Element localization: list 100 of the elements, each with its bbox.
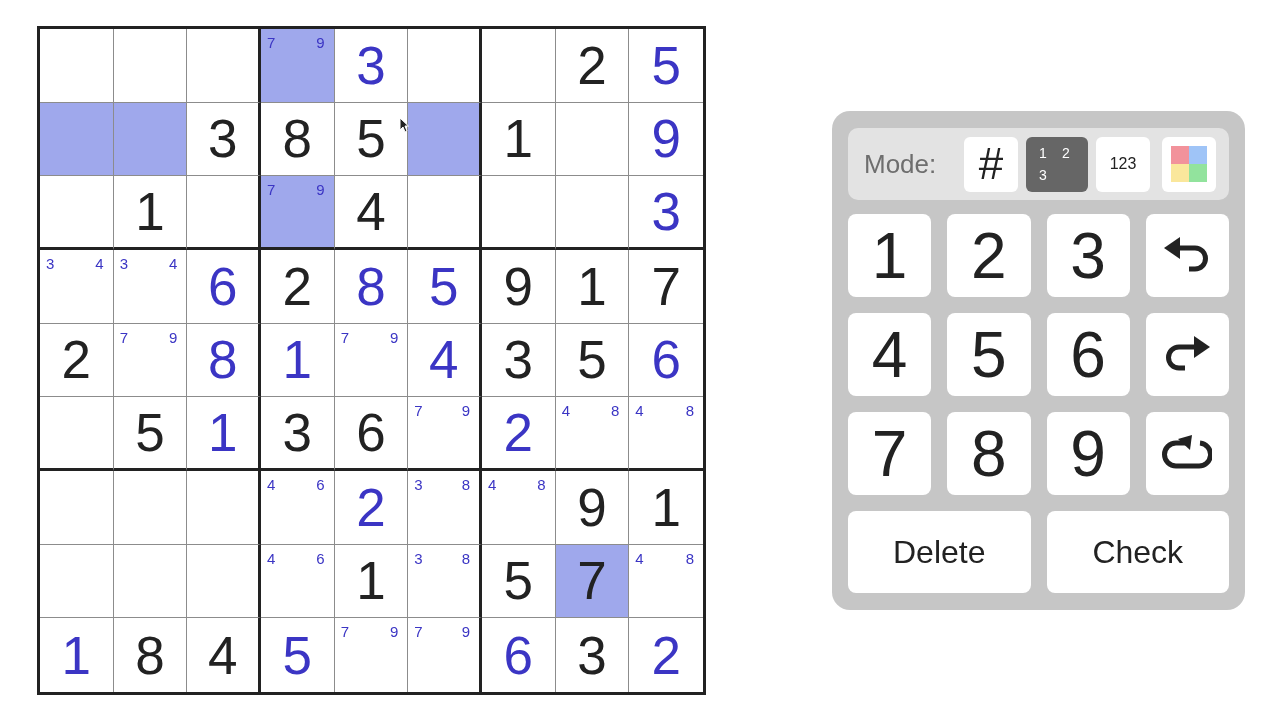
grid-cell[interactable]: 5 [334, 102, 409, 177]
redo-button[interactable] [1145, 313, 1229, 396]
grid-cell[interactable]: 4 [408, 323, 482, 398]
grid-cell[interactable]: 1 [113, 176, 188, 250]
grid-cell[interactable]: 2 [482, 397, 556, 471]
mouse-cursor-icon [399, 117, 409, 133]
mode-button[interactable]: # [964, 136, 1018, 192]
digit-key[interactable]: 4 [848, 313, 932, 396]
digit-key[interactable]: 2 [947, 214, 1031, 297]
grid-cell[interactable]: 8 [187, 323, 261, 398]
digit-key[interactable]: 3 [1046, 214, 1130, 297]
grid-cell[interactable]: 7 9 [334, 323, 409, 398]
pencil-mark: 4 [169, 256, 178, 271]
grid-cell[interactable]: 3 [261, 397, 335, 471]
grid-cell[interactable] [40, 544, 114, 619]
mode-label: Mode: [864, 147, 937, 181]
grid-cell[interactable]: 3 8 [408, 471, 482, 545]
grid-cell[interactable] [113, 102, 188, 177]
digit-key[interactable]: 8 [947, 412, 1031, 495]
grid-cell[interactable]: 7 9 [261, 29, 335, 103]
undo-button[interactable] [1145, 214, 1229, 297]
grid-cell[interactable] [113, 544, 188, 619]
pencil-mark: 9 [461, 403, 470, 419]
grid-cell[interactable]: 3 [187, 102, 261, 177]
grid-cell[interactable]: 1 [334, 544, 409, 619]
check-button[interactable]: Check [1046, 511, 1229, 593]
mode-button[interactable]: 123 [1096, 136, 1150, 192]
grid-cell[interactable]: 8 [261, 102, 335, 177]
grid-cell[interactable]: 3 8 [408, 544, 482, 619]
grid-cell[interactable]: 6 [187, 250, 261, 324]
grid-cell[interactable]: 7 9 [408, 397, 482, 471]
grid-cell[interactable]: 2 [40, 323, 114, 398]
grid-cell[interactable]: 4 6 [261, 544, 335, 619]
grid-cell[interactable] [187, 176, 261, 250]
pencil-mark: 4 [635, 403, 644, 419]
grid-cell[interactable]: 2 [261, 250, 335, 324]
pencil-mark: 9 [390, 624, 399, 640]
pencil-mark: 7 [340, 329, 349, 345]
pencil-mark: 9 [316, 35, 325, 50]
grid-cell[interactable] [40, 176, 114, 250]
grid-cell[interactable]: 1 [482, 102, 556, 177]
grid-cell[interactable]: 5 [408, 250, 482, 324]
grid-cell[interactable]: 5 [482, 544, 556, 619]
grid-cell[interactable]: 5 [555, 323, 630, 398]
pencil-mark: 4 [267, 477, 276, 492]
grid-cell[interactable] [187, 544, 261, 619]
grid-cell[interactable] [555, 102, 630, 177]
corner-mark: 2 [1062, 146, 1070, 160]
digit-key[interactable]: 5 [947, 313, 1031, 396]
pencil-mark: 3 [414, 477, 423, 492]
grid-cell[interactable]: 3 [334, 29, 409, 103]
grid-cell[interactable]: 1 [555, 250, 630, 324]
grid-cell[interactable] [482, 29, 556, 103]
grid-cell[interactable]: 3 4 [40, 250, 114, 324]
grid-cell[interactable] [482, 176, 556, 250]
palette-icon [1171, 146, 1207, 182]
grid-cell[interactable] [408, 29, 482, 103]
pencil-mark: 9 [390, 329, 399, 345]
digit-key[interactable]: 7 [848, 412, 932, 495]
grid-cell[interactable] [40, 397, 114, 471]
grid-cell[interactable]: 4 8 [482, 471, 556, 545]
grid-cell[interactable] [408, 176, 482, 250]
grid-cell[interactable]: 9 [555, 471, 630, 545]
grid-cell[interactable]: 2 [555, 29, 630, 103]
grid-cell[interactable] [40, 29, 114, 103]
grid-cell[interactable] [113, 471, 188, 545]
grid-cell[interactable]: 3 4 [113, 250, 188, 324]
grid-cell[interactable] [40, 471, 114, 545]
grid-cell[interactable]: 1 [261, 323, 335, 398]
grid-cell[interactable]: 4 [334, 176, 409, 250]
restart-button[interactable] [1145, 412, 1229, 495]
grid-cell[interactable]: 8 [334, 250, 409, 324]
digit-key[interactable]: 9 [1046, 412, 1130, 495]
grid-cell[interactable] [40, 102, 114, 177]
pencil-mark: 7 [267, 35, 276, 50]
pencil-mark: 8 [461, 477, 470, 492]
delete-button[interactable]: Delete [848, 511, 1031, 593]
grid-cell[interactable]: 1 [187, 397, 261, 471]
digit-key[interactable]: 1 [848, 214, 932, 297]
grid-cell[interactable] [113, 29, 188, 103]
grid-cell[interactable]: 4 8 [555, 397, 630, 471]
grid-cell[interactable] [408, 102, 482, 177]
grid-cell[interactable]: 7 [555, 544, 630, 619]
mode-button[interactable]: 1 2 3 [1026, 136, 1088, 192]
corner-mark: 3 [1039, 168, 1047, 182]
grid-cell[interactable]: 7 9 [113, 323, 188, 398]
grid-cell[interactable] [555, 176, 630, 250]
grid-cell[interactable] [187, 29, 261, 103]
grid-cell[interactable]: 7 9 [261, 176, 335, 250]
digit-key[interactable]: 6 [1046, 313, 1130, 396]
grid-cell[interactable] [187, 471, 261, 545]
grid-cell[interactable]: 4 6 [261, 471, 335, 545]
pencil-mark: 7 [119, 329, 128, 345]
pencil-mark: 8 [685, 403, 694, 419]
grid-cell[interactable]: 9 [482, 250, 556, 324]
grid-cell[interactable]: 2 [334, 471, 409, 545]
grid-cell[interactable]: 3 [482, 323, 556, 398]
grid-cell[interactable]: 5 [113, 397, 188, 471]
pencil-mark: 4 [95, 256, 104, 271]
grid-cell[interactable]: 6 [334, 397, 409, 471]
